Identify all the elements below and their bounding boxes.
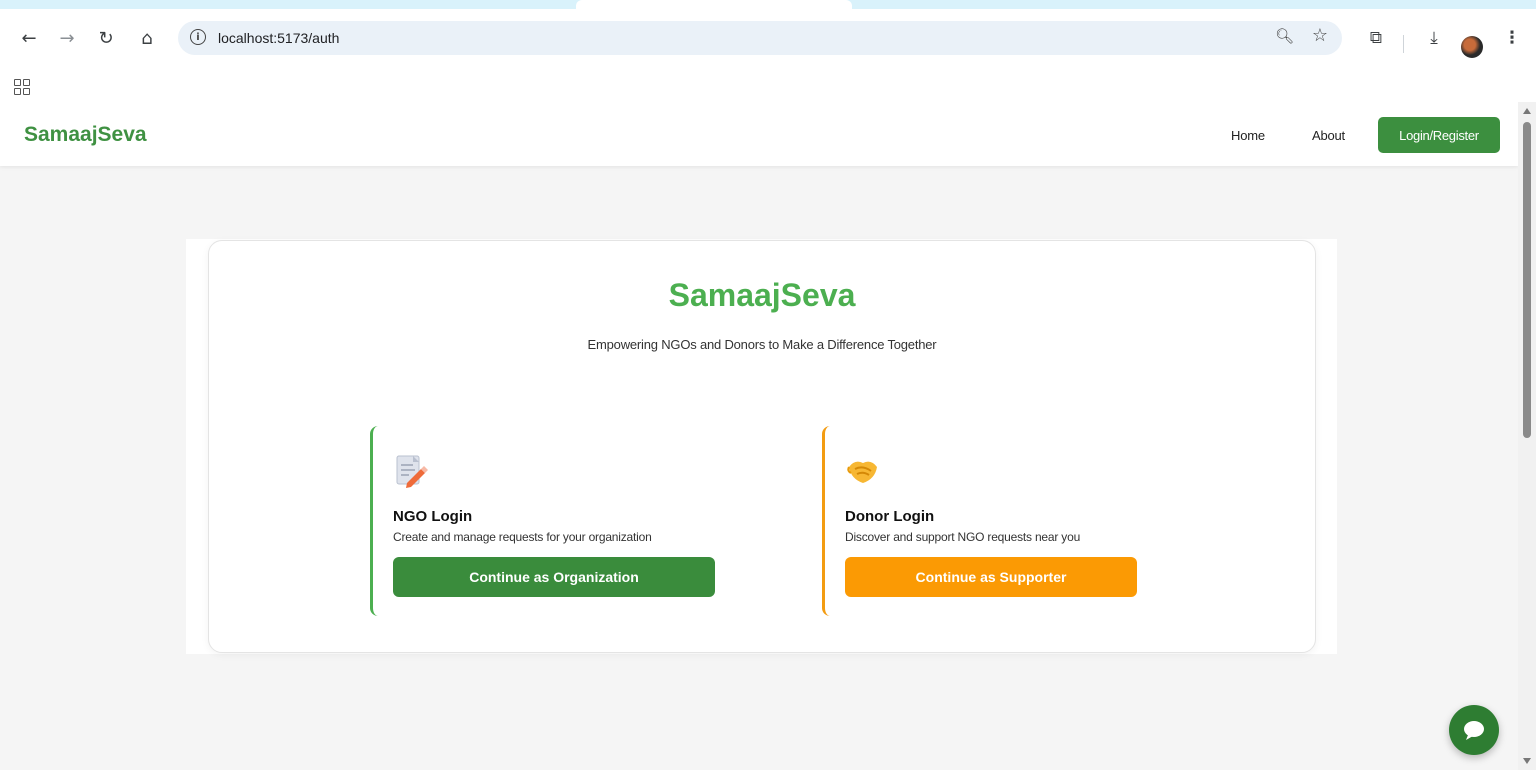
apps-grid-icon[interactable]: [14, 79, 32, 97]
site-navbar: SamaajSeva Home About Login/Register: [0, 102, 1518, 166]
handshake-icon: [845, 453, 881, 489]
chat-bubble-icon: [1464, 721, 1484, 740]
star-icon[interactable]: ☆: [1312, 25, 1328, 46]
scrollbar-thumb[interactable]: [1523, 122, 1531, 438]
chat-button[interactable]: [1449, 705, 1499, 755]
auth-subtitle: Empowering NGOs and Donors to Make a Dif…: [587, 337, 937, 352]
puzzle-icon[interactable]: ⧉: [1364, 26, 1388, 50]
nav-link-about[interactable]: About: [1312, 128, 1345, 143]
nav-link-home[interactable]: Home: [1231, 128, 1265, 143]
page-viewport: SamaajSeva Home About Login/Register Sam…: [0, 102, 1518, 770]
memo-pencil-icon: [393, 453, 429, 489]
scroll-up-arrow-icon[interactable]: [1523, 108, 1531, 114]
download-icon[interactable]: ⤓: [1422, 26, 1446, 50]
zoom-icon[interactable]: 🔍︎: [1275, 27, 1294, 45]
login-register-button[interactable]: Login/Register: [1378, 117, 1500, 153]
donor-login-option: Donor Login Discover and support NGO req…: [822, 426, 1152, 616]
active-tab[interactable]: [576, 0, 852, 10]
ngo-login-title: NGO Login: [393, 508, 473, 525]
reload-icon[interactable]: ↻: [93, 25, 119, 51]
site-info-icon[interactable]: i: [190, 29, 206, 45]
ngo-login-option: NGO Login Create and manage requests for…: [370, 426, 722, 616]
browser-toolbar: ← → ↻ ⌂ i localhost:5173/auth 🔍︎ ☆ ⧉ ⤓ ⋮: [0, 17, 1536, 61]
back-icon[interactable]: ←: [16, 25, 42, 51]
continue-as-supporter-button[interactable]: Continue as Supporter: [845, 557, 1137, 597]
page-scrollbar[interactable]: [1518, 102, 1536, 770]
profile-avatar[interactable]: [1461, 36, 1483, 58]
brand-logo[interactable]: SamaajSeva: [24, 123, 147, 147]
kebab-menu-icon[interactable]: ⋮: [1500, 26, 1524, 50]
browser-chrome: ← → ↻ ⌂ i localhost:5173/auth 🔍︎ ☆ ⧉ ⤓ ⋮: [0, 0, 1536, 102]
donor-login-description: Discover and support NGO requests near y…: [845, 530, 1081, 544]
auth-card: SamaajSeva Empowering NGOs and Donors to…: [208, 240, 1316, 653]
donor-login-title: Donor Login: [845, 508, 935, 525]
address-bar[interactable]: i localhost:5173/auth 🔍︎ ☆: [178, 21, 1342, 55]
home-icon[interactable]: ⌂: [134, 25, 160, 51]
forward-icon[interactable]: →: [54, 25, 80, 51]
scroll-down-arrow-icon[interactable]: [1523, 758, 1531, 764]
continue-as-organization-button[interactable]: Continue as Organization: [393, 557, 715, 597]
address-bar-url[interactable]: localhost:5173/auth: [218, 30, 339, 46]
toolbar-divider: [1403, 35, 1404, 53]
auth-title: SamaajSeva: [668, 277, 856, 313]
ngo-login-description: Create and manage requests for your orga…: [393, 530, 652, 544]
